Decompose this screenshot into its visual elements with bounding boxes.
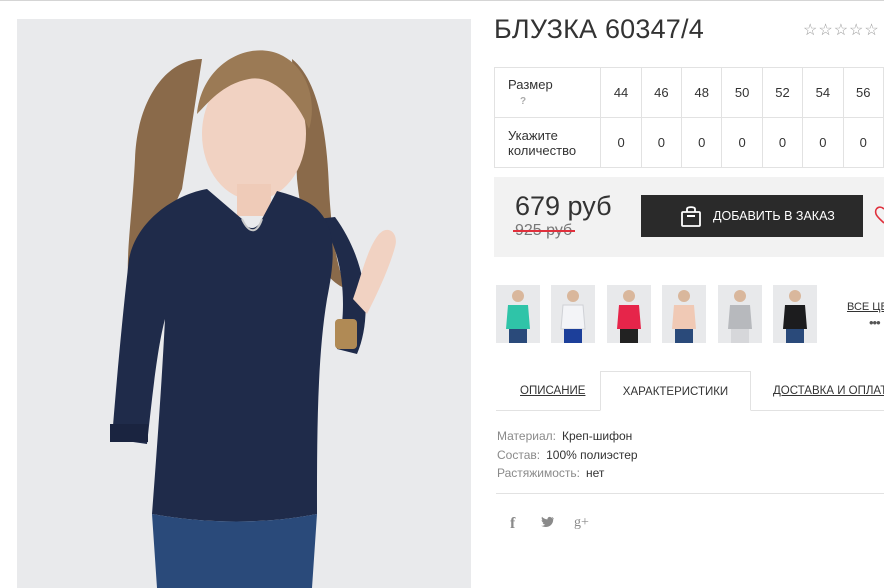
size-value: 54 xyxy=(802,67,844,118)
quantity-input[interactable]: 0 xyxy=(640,117,683,168)
size-value: 50 xyxy=(721,67,763,118)
tab-delivery-label: ДОСТАВКА И ОПЛАТА xyxy=(773,385,884,397)
product-photo[interactable] xyxy=(17,19,471,588)
quantity-row: Укажите количество 0 0 0 0 0 0 0 xyxy=(493,117,884,168)
facebook-icon[interactable]: f xyxy=(510,515,515,533)
thumb-image xyxy=(672,290,696,343)
tab-description-label: ОПИСАНИЕ xyxy=(520,385,586,397)
quantity-input[interactable]: 0 xyxy=(600,117,642,168)
size-value: 46 xyxy=(640,67,683,118)
current-price: 679 руб xyxy=(515,191,612,221)
size-label-cell: Размер ? xyxy=(493,67,602,118)
spec-key: Материал: xyxy=(497,429,556,443)
characteristics-list: Материал: Креп-шифон Состав: 100% полиэсте… xyxy=(497,427,638,483)
quantity-input[interactable]: 0 xyxy=(761,117,804,168)
product-title: БЛУЗКА 60347/4 xyxy=(494,14,704,44)
more-colors-dots[interactable]: ••• xyxy=(869,315,881,330)
color-thumb-mint[interactable] xyxy=(496,285,540,343)
rating-stars[interactable]: ☆☆☆☆☆ xyxy=(803,20,880,40)
model-illustration xyxy=(110,50,396,588)
size-label: Размер xyxy=(508,76,553,92)
size-table: Размер ? 44 46 48 50 52 54 56 Укажите ко… xyxy=(493,67,884,168)
thumb-image xyxy=(506,290,530,343)
top-divider xyxy=(0,0,884,1)
spec-value: нет xyxy=(586,466,605,480)
all-colors-link[interactable]: ВСЕ ЦВ xyxy=(847,301,884,313)
size-value: 56 xyxy=(842,67,884,118)
wishlist-heart-icon[interactable] xyxy=(872,203,884,227)
spec-key: Растяжимость: xyxy=(497,466,581,480)
spec-row: Состав: 100% полиэстер xyxy=(497,446,638,465)
size-value: 48 xyxy=(681,67,723,118)
quantity-label-line1: Укажите xyxy=(508,127,558,143)
color-thumb-red[interactable] xyxy=(607,285,651,343)
spec-row: Растяжимость: нет xyxy=(497,464,638,483)
tab-characteristics[interactable]: ХАРАКТЕРИСТИКИ xyxy=(600,371,751,411)
price-box: 679 руб 925 руб ДОБАВИТЬ В ЗАКАЗ xyxy=(494,177,884,257)
color-thumb-white[interactable] xyxy=(551,285,595,343)
spec-key: Состав: xyxy=(497,447,541,462)
google-plus-icon[interactable]: g+ xyxy=(574,515,589,531)
size-row: Размер ? 44 46 48 50 52 54 56 xyxy=(493,67,884,118)
thumb-image xyxy=(617,290,641,343)
quantity-input[interactable]: 0 xyxy=(681,117,723,168)
old-price-strike xyxy=(513,230,576,232)
size-help-icon[interactable]: ? xyxy=(520,94,600,109)
spec-row: Материал: Креп-шифон xyxy=(497,427,638,446)
quantity-label-cell: Укажите количество xyxy=(493,117,602,168)
quantity-label-line2: количество xyxy=(508,142,577,158)
size-value: 44 xyxy=(600,67,642,118)
add-to-order-label: ДОБАВИТЬ В ЗАКАЗ xyxy=(713,209,835,223)
twitter-icon[interactable] xyxy=(541,515,555,531)
tab-delivery[interactable]: ДОСТАВКА И ОПЛАТА xyxy=(773,385,884,423)
tab-characteristics-label: ХАРАКТЕРИСТИКИ xyxy=(622,386,729,398)
spec-value: 100% полиэстер xyxy=(546,447,638,462)
size-value: 52 xyxy=(761,67,804,118)
old-price: 925 руб xyxy=(513,222,576,240)
quantity-input[interactable]: 0 xyxy=(802,117,844,168)
color-thumb-grey[interactable] xyxy=(718,285,762,343)
shopping-bag-icon xyxy=(681,206,701,227)
color-thumb-black[interactable] xyxy=(773,285,817,343)
twitter-bird-shape xyxy=(541,516,554,528)
tab-description[interactable]: ОПИСАНИЕ xyxy=(520,385,585,423)
quantity-input[interactable]: 0 xyxy=(721,117,763,168)
spec-value: Креп-шифон xyxy=(561,429,633,443)
thumb-image xyxy=(783,290,807,343)
specs-divider xyxy=(496,493,884,494)
color-thumb-peach[interactable] xyxy=(662,285,706,343)
add-to-order-button[interactable]: ДОБАВИТЬ В ЗАКАЗ xyxy=(641,195,863,237)
thumb-image xyxy=(560,290,586,343)
thumb-image xyxy=(728,290,752,343)
quantity-input[interactable]: 0 xyxy=(842,117,884,168)
